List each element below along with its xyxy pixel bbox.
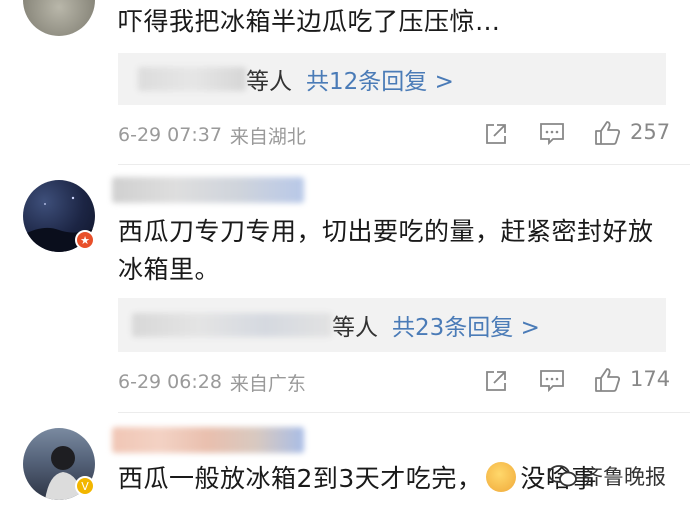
share-icon[interactable] (484, 369, 508, 397)
watermark: 齐鲁晚报 (548, 461, 666, 491)
comment-icon[interactable] (539, 369, 565, 397)
verified-badge-icon: ★ (75, 230, 95, 250)
watermark-label: 齐鲁晚报 (582, 465, 666, 489)
avatar[interactable] (23, 0, 95, 36)
reply-suffix: 等人 (246, 69, 292, 95)
comment-icon[interactable] (539, 122, 565, 150)
comment-text: 西瓜刀专刀专用，切出要吃的量，赶紧密封好放 冰箱里。 (118, 213, 678, 289)
timestamp: 6-29 07:37 (118, 124, 222, 146)
username-blurred (112, 427, 304, 453)
comment-text-line-1: 西瓜刀专刀专用，切出要吃的量，赶紧密封好放 (118, 217, 654, 246)
view-replies-link[interactable]: 共12条回复 > (306, 62, 454, 96)
location: 来自湖北 (229, 125, 306, 148)
share-icon[interactable] (484, 122, 508, 150)
like-count: 257 (630, 120, 671, 144)
username-blurred (112, 177, 304, 203)
wechat-logo-icon (548, 465, 577, 487)
yummy-emoji-icon (486, 462, 517, 492)
comment-text-start: 西瓜一般放冰箱2到3天才吃完， (118, 464, 483, 493)
reply-suffix: 等人 (332, 315, 378, 341)
like-count: 174 (630, 367, 671, 391)
divider (118, 164, 690, 165)
comment-meta: 6-29 06:28 来自广东 174 (118, 367, 678, 397)
vip-badge-icon: V (75, 476, 95, 496)
reply-summary[interactable]: 等人 共23条回复 > (118, 298, 666, 352)
reply-names-blurred (138, 67, 246, 91)
timestamp: 6-29 06:28 (118, 371, 222, 393)
comment-meta: 6-29 07:37 来自湖北 257 (118, 120, 678, 150)
location: 来自广东 (229, 372, 306, 395)
thumbs-up-icon[interactable] (594, 120, 622, 150)
thumbs-up-icon[interactable] (594, 367, 622, 397)
divider (118, 412, 690, 413)
comment-text: 吓得我把冰箱半边瓜吃了压压惊… (118, 7, 501, 36)
view-replies-link[interactable]: 共23条回复 > (392, 308, 540, 342)
comment-text-line-2: 冰箱里。 (118, 255, 221, 284)
reply-summary[interactable]: 等人 共12条回复 > (118, 53, 666, 105)
reply-names-blurred (132, 313, 332, 337)
